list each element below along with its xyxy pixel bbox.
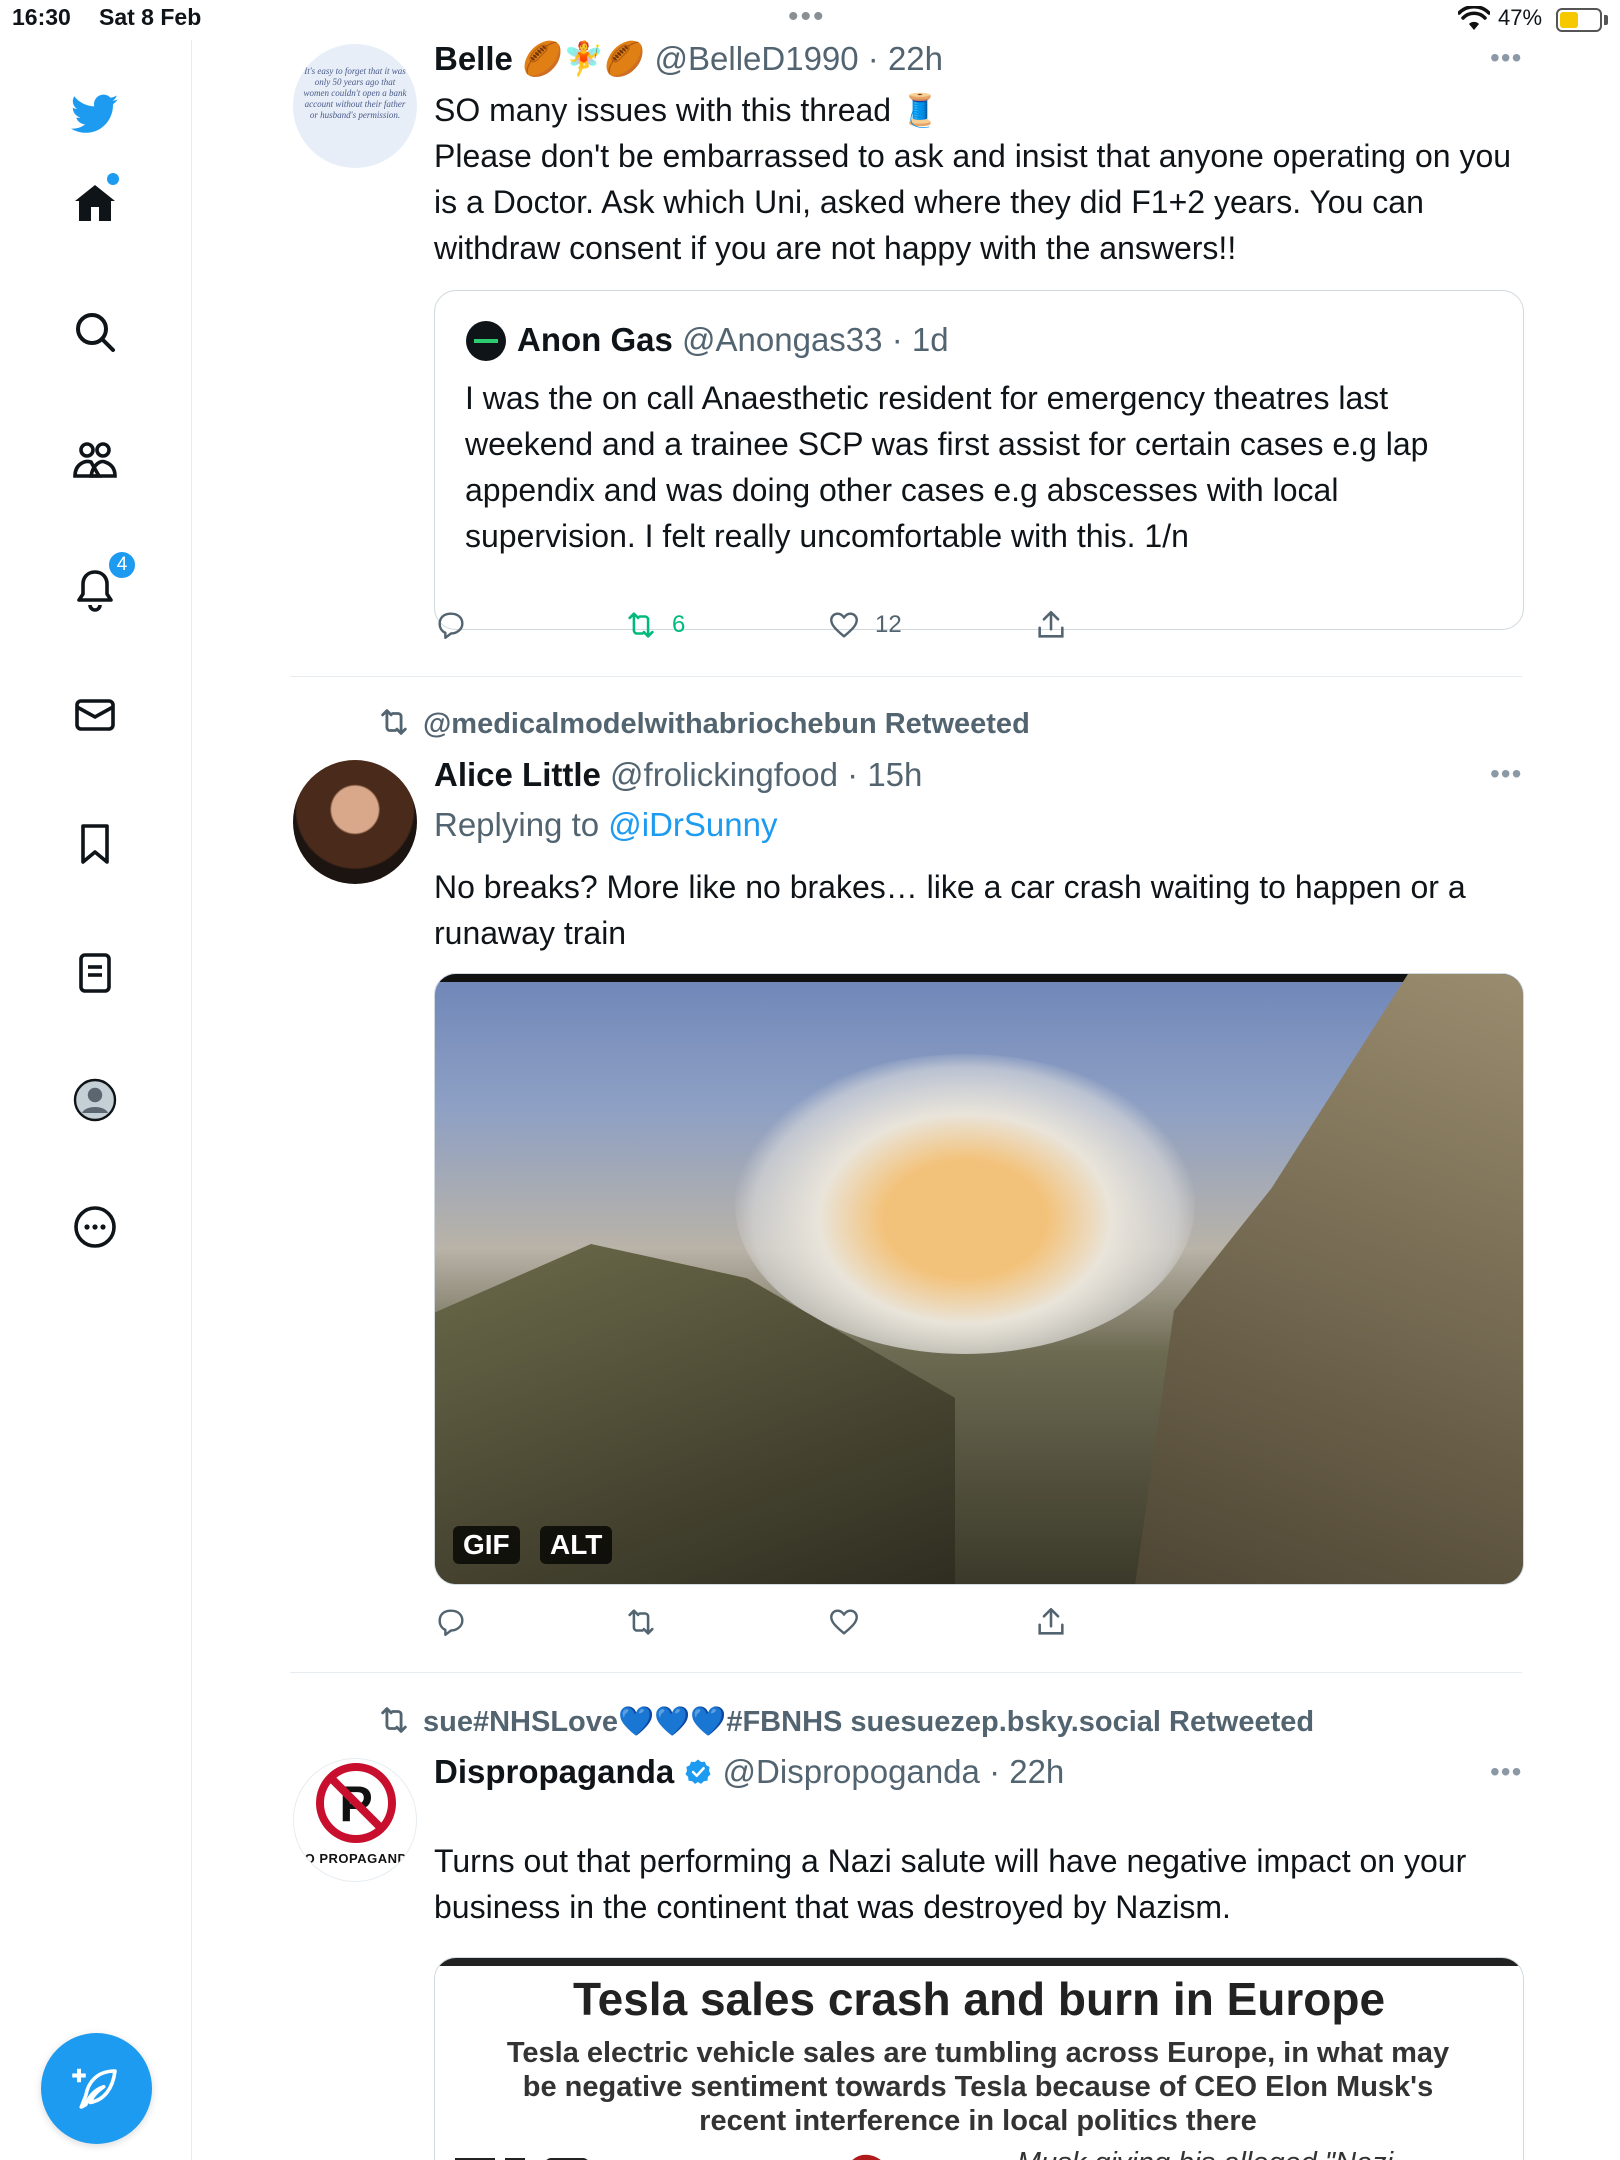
author-emoji: 🏉🧚🏉 <box>522 40 646 77</box>
replying-to-handle[interactable]: @iDrSunny <box>608 806 777 843</box>
tweet-actions <box>434 1605 1074 1645</box>
bookmarks-icon[interactable] <box>63 812 127 876</box>
tweet-time[interactable]: · 22h <box>868 40 943 77</box>
retweeted-by: @medicalmodelwithabriochebun Retweeted <box>377 705 1030 741</box>
retweet-icon <box>381 1707 407 1733</box>
replying-to: Replying to @iDrSunny <box>434 806 778 844</box>
image-headline: Tesla sales crash and burn in Europe <box>572 1973 1386 2025</box>
communities-icon[interactable] <box>63 428 127 492</box>
home-icon[interactable] <box>63 171 127 235</box>
avatar-alice-little[interactable] <box>293 760 417 884</box>
quote-avatar <box>466 321 506 361</box>
image-salute-arm <box>835 2147 905 2160</box>
share-icon <box>1038 610 1064 638</box>
like-button[interactable] <box>827 1605 861 1639</box>
status-bar: 16:30 Sat 8 Feb ••• 47% <box>0 0 1620 40</box>
quote-header: Anon Gas @Anongas33 · 1d <box>517 321 949 359</box>
tweet-text: SO many issues with this thread 🧵 Please… <box>434 92 1512 266</box>
replying-to-prefix: Replying to <box>434 806 609 843</box>
battery-icon <box>1556 8 1602 32</box>
reply-button[interactable] <box>434 1605 468 1639</box>
status-time: 16:30 <box>12 4 71 30</box>
tweet-text: No breaks? More like no brakes… like a c… <box>434 869 1466 951</box>
search-icon[interactable] <box>63 300 127 364</box>
share-icon <box>1038 1607 1064 1635</box>
wifi-icon <box>1457 5 1491 37</box>
verified-badge-icon <box>685 1759 711 1784</box>
sidebar: 4 <box>0 40 192 2160</box>
heart-icon <box>830 612 858 638</box>
retweet-icon <box>628 1609 654 1635</box>
reply-icon <box>438 1609 464 1636</box>
retweet-icon <box>628 612 654 638</box>
gif-media[interactable]: GIF ALT <box>434 973 1524 1585</box>
compose-feather-icon <box>71 2068 117 2109</box>
avatar-dispropaganda[interactable]: P NO PROPAGANDA <box>293 1758 417 1882</box>
share-button[interactable] <box>1034 1605 1068 1639</box>
compose-tweet-button[interactable] <box>41 2033 152 2144</box>
retweet-count: 6 <box>672 611 686 638</box>
profile-avatar-icon[interactable] <box>63 1068 127 1132</box>
tweet-header: Dispropaganda @Dispropoganda · 22h <box>434 1753 1064 1791</box>
explosion-cloud <box>735 1054 1195 1354</box>
gif-badge: GIF <box>453 1526 520 1564</box>
reply-icon <box>438 612 464 639</box>
author-name[interactable]: Dispropaganda <box>434 1753 674 1790</box>
retweet-icon <box>381 709 407 735</box>
lists-icon[interactable] <box>63 941 127 1005</box>
retweeted-by-text[interactable]: @medicalmodelwithabriochebun Retweeted <box>423 708 1030 740</box>
avatar-belle-quote-text: It's easy to forget that it was only 50 … <box>303 66 407 120</box>
notifications-badge: 4 <box>107 550 137 580</box>
quote-author-name: Anon Gas <box>517 321 673 358</box>
avatar-belle[interactable]: It's easy to forget that it was only 50 … <box>293 44 417 168</box>
battery-percent: 47% <box>1498 5 1543 30</box>
tweet-header: Belle 🏉🧚🏉 @BelleD1990 · 22h <box>434 40 943 79</box>
quote-text: I was the on call Anaesthetic resident f… <box>465 380 1429 554</box>
tweet-divider <box>290 1672 1522 1673</box>
like-button[interactable]: 12 <box>827 608 902 642</box>
twitter-logo-icon[interactable] <box>63 82 127 146</box>
tweet-divider <box>290 676 1522 677</box>
tweet-time[interactable]: · 15h <box>847 756 922 793</box>
multitasking-dots-icon[interactable]: ••• <box>788 0 826 34</box>
tweet-text: Turns out that performing a Nazi salute … <box>434 1843 1467 1925</box>
heart-icon <box>830 1609 858 1635</box>
author-name[interactable]: Belle <box>434 40 513 77</box>
tweet-header: Alice Little @frolickingfood · 15h <box>434 756 922 794</box>
author-handle[interactable]: @Dispropoganda <box>723 1753 980 1790</box>
image-subheadline: Tesla electric vehicle sales are tumblin… <box>506 2037 1450 2137</box>
image-caption: Musk giving his alleged "Nazi salute" du… <box>995 2146 1415 2160</box>
retweet-button[interactable]: 6 <box>624 608 685 642</box>
retweeted-by: sue#NHSLove💙💙💙#FBNHS suesuezep.bsky.soci… <box>377 1703 1314 1739</box>
more-options-icon[interactable]: ••• <box>1490 42 1522 74</box>
notifications-icon[interactable]: 4 <box>63 550 137 622</box>
reply-button[interactable] <box>434 608 468 642</box>
more-options-icon[interactable]: ••• <box>1490 758 1522 790</box>
quoted-tweet[interactable]: Anon Gas @Anongas33 · 1d I was the on ca… <box>434 290 1524 630</box>
retweeted-by-text[interactable]: sue#NHSLove💙💙💙#FBNHS suesuezep.bsky.soci… <box>423 1706 1314 1738</box>
hill-right <box>1135 974 1523 1584</box>
more-options-icon[interactable]: ••• <box>1490 1756 1522 1788</box>
tweet-actions: 6 12 <box>434 608 1074 648</box>
share-button[interactable] <box>1034 608 1068 642</box>
status-date: Sat 8 Feb <box>99 4 202 30</box>
author-handle[interactable]: @frolickingfood <box>610 756 838 793</box>
author-name[interactable]: Alice Little <box>434 756 601 793</box>
more-icon[interactable] <box>63 1195 127 1259</box>
avatar-dispropaganda-text: NO PROPAGANDA <box>294 1851 417 1866</box>
home-new-dot <box>107 173 119 185</box>
quote-time: · 1d <box>891 321 949 358</box>
retweet-button[interactable] <box>624 1605 658 1639</box>
quote-author-handle: @Anongas33 <box>682 321 883 358</box>
alt-badge[interactable]: ALT <box>540 1526 613 1564</box>
tesla-news-image[interactable]: Tesla sales crash and burn in Europe Tes… <box>434 1957 1524 2160</box>
messages-icon[interactable] <box>63 683 127 747</box>
author-handle[interactable]: @BelleD1990 <box>655 40 859 77</box>
battery-tip <box>1604 15 1608 25</box>
like-count: 12 <box>875 611 902 638</box>
tweet-time[interactable]: · 22h <box>989 1753 1064 1790</box>
